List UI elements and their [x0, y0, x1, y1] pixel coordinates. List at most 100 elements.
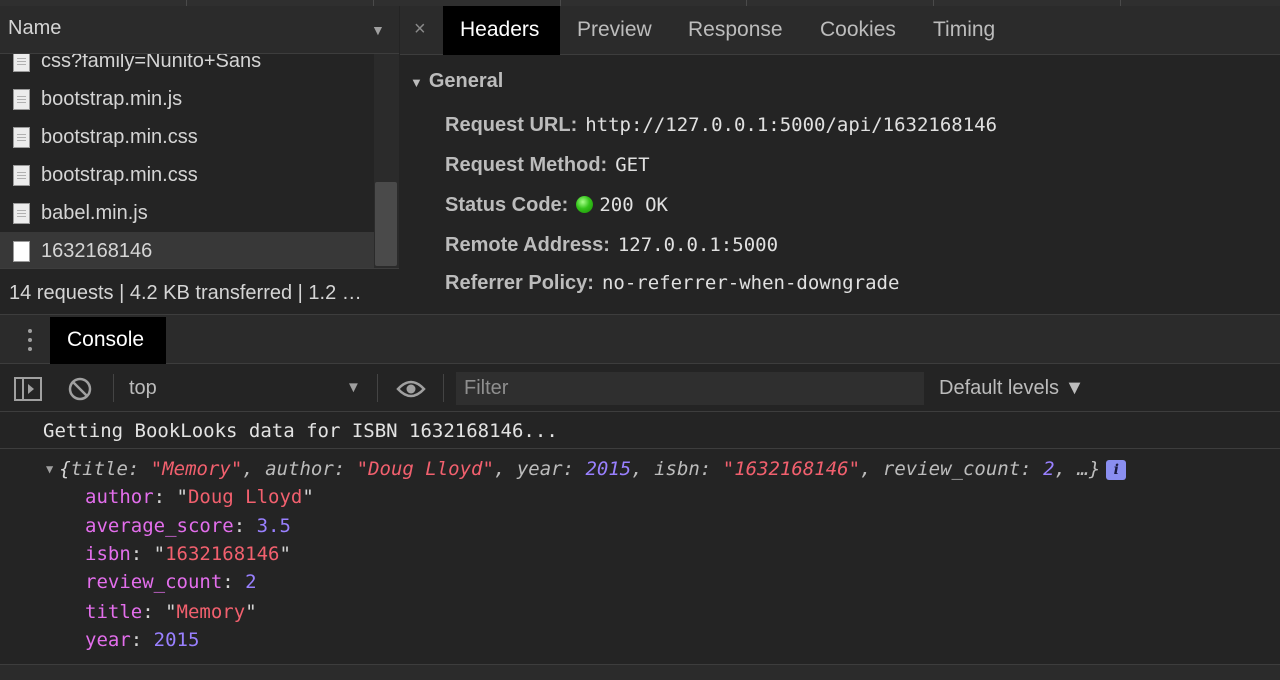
- prop-value-average-score: 3.5: [256, 515, 291, 537]
- preview-tail: , …}: [1054, 458, 1101, 480]
- referrer-policy-value: no-referrer-when-downgrade: [601, 272, 900, 294]
- prop-key-year: year: [85, 629, 131, 651]
- tab-console[interactable]: Console: [50, 317, 166, 364]
- request-method-key: Request Method:: [445, 154, 608, 176]
- prop-key-average-score: average_score: [85, 515, 234, 537]
- request-name: bootstrap.min.css: [41, 126, 198, 148]
- request-list[interactable]: css?family=Nunito+Sans bootstrap.min.js bo…: [0, 54, 374, 268]
- header-row-referrer-policy: Referrer Policy: no-referrer-when-downgra…: [445, 272, 899, 295]
- header-row-remote-address: Remote Address: 127.0.0.1:5000: [445, 234, 778, 257]
- preview-key-review-count: , review_count:: [860, 458, 1044, 480]
- context-dropdown-icon[interactable]: ▼: [346, 379, 361, 396]
- request-name: babel.min.js: [41, 202, 148, 224]
- prop-key-review-count: review_count: [85, 571, 223, 593]
- tab-timing[interactable]: Timing: [917, 6, 1017, 55]
- object-preview-toggle[interactable]: ▼ {title: "Memory", author: "Doug Lloyd",…: [46, 458, 1127, 480]
- console-filter-input[interactable]: [456, 372, 924, 405]
- property-isbn: isbn: "1632168146": [85, 543, 291, 565]
- console-log-message: Getting BookLooks data for ISBN 16321681…: [0, 412, 1280, 449]
- network-summary-text: 14 requests | 4.2 KB transferred | 1.2 …: [9, 282, 362, 304]
- scrollbar-thumb[interactable]: [375, 182, 397, 266]
- request-url-value: http://127.0.0.1:5000/api/1632168146: [585, 114, 998, 136]
- status-ok-icon: [576, 196, 594, 213]
- name-column-label: Name: [8, 17, 62, 39]
- preview-key-isbn: , isbn:: [631, 458, 723, 480]
- preview-value-review-count: 2: [1043, 458, 1055, 480]
- tab-preview[interactable]: Preview: [560, 6, 672, 55]
- header-row-request-url: Request URL: http://127.0.0.1:5000/api/16…: [445, 114, 997, 137]
- info-icon[interactable]: i: [1106, 460, 1127, 480]
- request-row[interactable]: bootstrap.min.css: [0, 118, 374, 156]
- preview-value-title: "Memory": [150, 458, 243, 480]
- property-author: author: "Doug Lloyd": [85, 486, 314, 508]
- window-bottom-edge: [0, 664, 1280, 680]
- general-section-title: General: [428, 70, 504, 92]
- property-average-score: average_score: 3.5: [85, 515, 291, 537]
- request-row[interactable]: babel.min.js: [0, 194, 374, 232]
- request-name: bootstrap.min.js: [41, 88, 183, 110]
- preview-key-author: , author:: [242, 458, 357, 480]
- network-summary-bar: 14 requests | 4.2 KB transferred | 1.2 …: [0, 268, 399, 314]
- preview-value-isbn: "1632168146": [722, 458, 861, 480]
- sort-descending-icon: ▼: [371, 22, 385, 38]
- context-selector[interactable]: top: [129, 377, 157, 400]
- network-request-list-pane: Name ▼ css?family=Nunito+Sans bootstrap.m…: [0, 6, 399, 314]
- console-output[interactable]: Getting BookLooks data for ISBN 16321681…: [0, 412, 1280, 664]
- request-row[interactable]: bootstrap.min.js: [0, 80, 374, 118]
- document-file-icon: [13, 89, 30, 110]
- close-details-icon[interactable]: ×: [414, 18, 426, 41]
- request-name: css?family=Nunito+Sans: [41, 54, 262, 72]
- request-row[interactable]: bootstrap.min.css: [0, 156, 374, 194]
- request-list-scrollbar[interactable]: [374, 54, 399, 268]
- prop-value-review-count: 2: [245, 571, 257, 593]
- tab-headers[interactable]: Headers: [443, 6, 560, 55]
- log-message-text: Getting BookLooks data for ISBN 16321681…: [43, 420, 558, 442]
- name-column-header[interactable]: Name ▼: [0, 6, 399, 54]
- document-file-icon: [13, 203, 30, 224]
- prop-key-title: title: [85, 601, 143, 623]
- property-title: title: "Memory": [85, 601, 257, 623]
- preview-value-author: "Doug Lloyd": [356, 458, 494, 480]
- prop-value-isbn: 1632168146: [165, 543, 280, 565]
- request-row[interactable]: 1632168146: [0, 232, 374, 268]
- prop-value-year: 2015: [153, 629, 200, 651]
- request-method-value: GET: [615, 154, 650, 176]
- property-year: year: 2015: [85, 629, 200, 651]
- document-file-icon: [13, 241, 30, 262]
- request-url-key: Request URL:: [445, 114, 578, 136]
- prop-key-author: author: [85, 486, 154, 508]
- request-row[interactable]: css?family=Nunito+Sans: [0, 54, 374, 80]
- referrer-policy-key: Referrer Policy:: [445, 272, 594, 294]
- header-row-status-code: Status Code: 200 OK: [445, 194, 668, 217]
- log-levels-dropdown[interactable]: Default levels ▼: [939, 377, 1084, 400]
- triangle-down-icon: ▼: [410, 75, 423, 90]
- preview-key-title: title:: [70, 458, 151, 480]
- preview-value-year: 2015: [585, 458, 632, 480]
- document-file-icon: [13, 54, 30, 72]
- triangle-down-icon: ▼: [46, 462, 54, 476]
- document-file-icon: [13, 165, 30, 186]
- status-code-key: Status Code:: [445, 194, 569, 216]
- prop-value-author: Doug Lloyd: [187, 486, 303, 508]
- status-code-value: 200 OK: [599, 194, 668, 216]
- prop-value-title: Memory: [176, 601, 246, 623]
- request-name: 1632168146: [41, 240, 153, 262]
- tab-cookies[interactable]: Cookies: [803, 6, 917, 55]
- request-details-pane: × Headers Preview Response Cookies Timin…: [400, 6, 1280, 314]
- header-row-request-method: Request Method: GET: [445, 154, 650, 177]
- clear-console-icon[interactable]: [67, 376, 93, 402]
- show-sidebar-icon[interactable]: [14, 377, 42, 401]
- general-section-toggle[interactable]: ▼ General: [410, 70, 503, 93]
- brace-open: {: [59, 458, 71, 480]
- prop-key-isbn: isbn: [85, 543, 131, 565]
- tab-response[interactable]: Response: [672, 6, 803, 55]
- remote-address-value: 127.0.0.1:5000: [617, 234, 779, 256]
- live-expression-eye-icon[interactable]: [396, 379, 426, 399]
- drawer-tab-bar: Console: [0, 314, 1280, 364]
- remote-address-key: Remote Address:: [445, 234, 610, 256]
- more-tools-icon[interactable]: [22, 327, 38, 353]
- console-toolbar: top ▼ Default levels ▼: [0, 364, 1280, 412]
- details-tab-bar: × Headers Preview Response Cookies Timin…: [400, 6, 1280, 55]
- preview-key-year: , year:: [493, 458, 586, 480]
- property-review-count: review_count: 2: [85, 571, 257, 593]
